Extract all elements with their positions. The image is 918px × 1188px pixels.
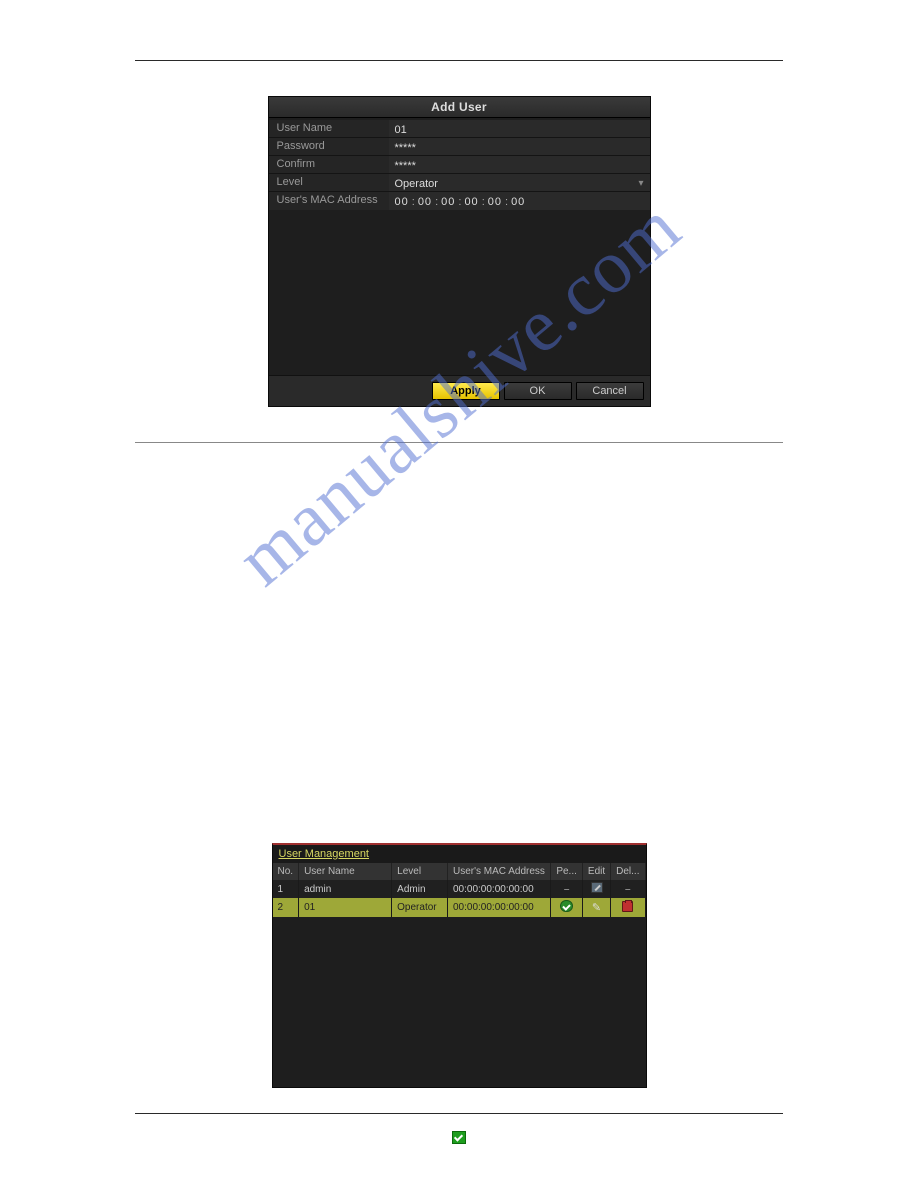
edit-icon — [591, 882, 603, 893]
col-username: User Name — [299, 863, 392, 880]
cell-permission[interactable] — [551, 898, 583, 917]
value-confirm: ***** — [395, 160, 416, 172]
row-password: Password ***** — [269, 138, 650, 156]
label-password: Password — [269, 138, 389, 155]
col-level: Level — [392, 863, 448, 880]
row-level: Level Operator ▾ — [269, 174, 650, 192]
chevron-down-icon: ▾ — [638, 178, 643, 189]
ok-button[interactable]: OK — [504, 382, 572, 400]
apply-button[interactable]: Apply — [432, 382, 500, 400]
mac-seg-2: 00 — [441, 196, 455, 208]
input-confirm[interactable]: ***** — [389, 156, 650, 173]
cancel-button[interactable]: Cancel — [576, 382, 644, 400]
user-management-title[interactable]: User Management — [273, 845, 646, 863]
label-username: User Name — [269, 120, 389, 137]
pencil-icon: ✎ — [592, 902, 601, 914]
label-mac: User's MAC Address — [269, 192, 389, 210]
form-body: User Name 01 Password ***** Confirm ****… — [269, 118, 650, 210]
user-table: No. User Name Level User's MAC Address P… — [273, 863, 646, 917]
dash-icon: – — [564, 884, 570, 895]
check-icon — [560, 900, 573, 912]
input-username[interactable]: 01 — [389, 120, 650, 137]
add-user-dialog: Add User User Name 01 Password ***** Con… — [268, 96, 651, 407]
page-rule-bottom — [135, 1113, 783, 1114]
cell-level: Admin — [392, 880, 448, 898]
cell-edit[interactable] — [582, 880, 610, 898]
mac-seg-1: 00 — [418, 196, 432, 208]
mac-seg-4: 00 — [488, 196, 502, 208]
cell-level: Operator — [392, 898, 448, 917]
value-password: ***** — [395, 142, 416, 154]
user-management-panel: User Management No. User Name Level User… — [272, 843, 647, 1088]
inline-text — [135, 1129, 783, 1144]
dialog-title: Add User — [269, 97, 650, 118]
col-permission: Pe... — [551, 863, 583, 880]
label-level: Level — [269, 174, 389, 191]
mac-seg-5: 00 — [511, 196, 525, 208]
mac-seg-0: 00 — [395, 196, 409, 208]
cell-permission: – — [551, 880, 583, 898]
row-username: User Name 01 — [269, 120, 650, 138]
col-no: No. — [273, 863, 299, 880]
row-mac: User's MAC Address 00: 00: 00: 00: 00: 0… — [269, 192, 650, 210]
cell-mac: 00:00:00:00:00:00 — [448, 880, 551, 898]
label-confirm: Confirm — [269, 156, 389, 173]
dialog-blank-area — [269, 210, 650, 375]
dash-icon: – — [625, 884, 631, 895]
value-level: Operator — [395, 178, 438, 190]
table-blank-area — [273, 917, 646, 1087]
button-row: Apply OK Cancel — [269, 375, 650, 406]
cell-delete[interactable] — [611, 898, 645, 917]
cell-no: 2 — [273, 898, 299, 917]
cell-edit[interactable]: ✎ — [582, 898, 610, 917]
page-rule-mid — [135, 442, 783, 443]
cell-mac: 00:00:00:00:00:00 — [448, 898, 551, 917]
cell-username: admin — [299, 880, 392, 898]
table-row[interactable]: 1 admin Admin 00:00:00:00:00:00 – – — [273, 880, 646, 898]
page-rule-top — [135, 60, 783, 61]
cell-no: 1 — [273, 880, 299, 898]
table-row[interactable]: 2 01 Operator 00:00:00:00:00:00 ✎ — [273, 898, 646, 917]
check-icon — [452, 1131, 466, 1144]
row-confirm: Confirm ***** — [269, 156, 650, 174]
select-level[interactable]: Operator ▾ — [389, 174, 650, 191]
input-password[interactable]: ***** — [389, 138, 650, 155]
col-edit: Edit — [582, 863, 610, 880]
value-username: 01 — [395, 124, 407, 136]
mac-seg-3: 00 — [464, 196, 478, 208]
col-mac: User's MAC Address — [448, 863, 551, 880]
input-mac[interactable]: 00: 00: 00: 00: 00: 00 — [389, 192, 650, 210]
trash-icon — [622, 901, 633, 912]
cell-delete: – — [611, 880, 645, 898]
table-header-row: No. User Name Level User's MAC Address P… — [273, 863, 646, 880]
cell-username: 01 — [299, 898, 392, 917]
col-delete: Del... — [611, 863, 645, 880]
